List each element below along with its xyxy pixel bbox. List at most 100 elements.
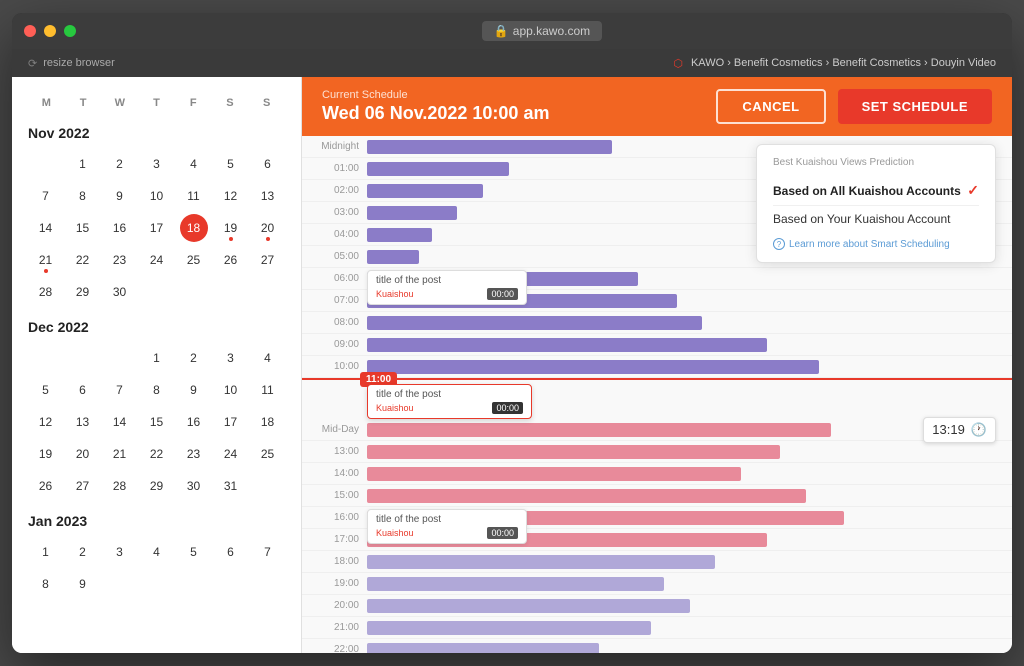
cal-day[interactable]: 2 (106, 150, 134, 178)
prediction-option-2[interactable]: Based on Your Kuaishou Account (773, 205, 979, 232)
cal-day[interactable]: 30 (180, 472, 208, 500)
cal-day[interactable]: 5 (217, 150, 245, 178)
time-badge: 00:00 (487, 288, 518, 300)
minimize-button[interactable] (44, 25, 56, 37)
cal-day[interactable]: 10 (217, 376, 245, 404)
cal-day[interactable]: 10 (143, 182, 171, 210)
cal-day[interactable]: 24 (217, 440, 245, 468)
time-row-19: 19:00 (302, 573, 1012, 595)
cal-day[interactable]: 7 (32, 182, 60, 210)
cal-day-selected[interactable]: 18 (180, 214, 208, 242)
time-row-10: 10:00 (302, 356, 1012, 378)
cal-day[interactable]: 17 (143, 214, 171, 242)
cancel-button[interactable]: CANCEL (716, 89, 825, 124)
cal-day[interactable]: 16 (180, 408, 208, 436)
time-label: 20:00 (302, 600, 367, 611)
schedule-header-left: Current Schedule Wed 06 Nov.2022 10:00 a… (322, 89, 549, 124)
cal-day[interactable]: 25 (180, 246, 208, 274)
cal-day[interactable]: 11 (180, 182, 208, 210)
post-card-2-selected[interactable]: title of the post Kuaishou 00:00 (367, 384, 532, 419)
nov-grid: 1 2 3 4 5 6 7 8 9 10 11 12 13 14 15 16 1… (28, 149, 285, 307)
post-row-1: 06:00 title of the post Kuaishou 00:00 (302, 268, 1012, 290)
time-input-box[interactable]: 13:19 🕐 (923, 417, 996, 443)
cal-day[interactable]: 6 (254, 150, 282, 178)
cal-day[interactable]: 16 (106, 214, 134, 242)
maximize-button[interactable] (64, 25, 76, 37)
cal-day[interactable]: 26 (32, 472, 60, 500)
cal-day[interactable]: 22 (143, 440, 171, 468)
time-label: 03:00 (302, 207, 367, 218)
cal-day[interactable]: 1 (143, 344, 171, 372)
cal-day[interactable]: 13 (69, 408, 97, 436)
cal-day[interactable]: 29 (143, 472, 171, 500)
cal-day[interactable]: 2 (69, 538, 97, 566)
cal-day[interactable]: 2 (180, 344, 208, 372)
cal-day[interactable]: 17 (217, 408, 245, 436)
cal-day[interactable]: 19 (32, 440, 60, 468)
prediction-option-1[interactable]: Based on All Kuaishou Accounts ✓ (773, 176, 979, 205)
cal-day[interactable]: 1 (32, 538, 60, 566)
cal-day[interactable]: 4 (143, 538, 171, 566)
cal-day[interactable]: 25 (254, 440, 282, 468)
time-row-08: 08:00 (302, 312, 1012, 334)
cal-day[interactable]: 23 (180, 440, 208, 468)
cal-day[interactable]: 8 (143, 376, 171, 404)
cal-day[interactable]: 28 (32, 278, 60, 306)
cal-day[interactable]: 29 (69, 278, 97, 306)
close-button[interactable] (24, 25, 36, 37)
cal-day[interactable]: 3 (143, 150, 171, 178)
platform-name: Kuaishou (376, 528, 414, 538)
header-buttons: CANCEL SET SCHEDULE (716, 89, 992, 124)
platform-name: Kuaishou (376, 289, 414, 299)
cal-day[interactable]: 1 (69, 150, 97, 178)
post-card-3[interactable]: title of the post Kuaishou 00:00 (367, 509, 527, 544)
cal-day[interactable]: 4 (254, 344, 282, 372)
cal-day[interactable]: 28 (106, 472, 134, 500)
chart-container[interactable]: Best Kuaishou Views Prediction Based on … (302, 136, 1012, 653)
learn-more-link[interactable]: ? Learn more about Smart Scheduling (773, 238, 979, 250)
cal-day[interactable]: 3 (106, 538, 134, 566)
cal-day[interactable]: 30 (106, 278, 134, 306)
cal-day[interactable]: 21 (32, 246, 60, 274)
cal-day[interactable]: 18 (254, 408, 282, 436)
cal-day[interactable]: 20 (254, 214, 282, 242)
cal-day[interactable]: 14 (106, 408, 134, 436)
time-label: 01:00 (302, 163, 367, 174)
cal-day[interactable]: 7 (254, 538, 282, 566)
cal-day[interactable]: 6 (69, 376, 97, 404)
lock-icon: 🔒 (494, 24, 509, 38)
set-schedule-button[interactable]: SET SCHEDULE (838, 89, 992, 124)
cal-day[interactable]: 6 (217, 538, 245, 566)
cal-day[interactable]: 12 (217, 182, 245, 210)
bar (367, 445, 780, 459)
time-row-09: 09:00 (302, 334, 1012, 356)
cal-day[interactable]: 8 (69, 182, 97, 210)
cal-day[interactable]: 20 (69, 440, 97, 468)
cal-day[interactable]: 31 (217, 472, 245, 500)
url-pill[interactable]: 🔒 app.kawo.com (482, 21, 602, 41)
cal-day[interactable]: 9 (106, 182, 134, 210)
cal-day[interactable]: 9 (180, 376, 208, 404)
cal-day[interactable]: 8 (32, 570, 60, 598)
cal-day[interactable]: 15 (143, 408, 171, 436)
cal-day[interactable]: 7 (106, 376, 134, 404)
cal-day[interactable]: 12 (32, 408, 60, 436)
cal-day[interactable]: 5 (32, 376, 60, 404)
cal-day[interactable]: 5 (180, 538, 208, 566)
cal-day[interactable]: 13 (254, 182, 282, 210)
cal-day[interactable]: 15 (69, 214, 97, 242)
cal-day[interactable]: 27 (254, 246, 282, 274)
cal-day[interactable]: 3 (217, 344, 245, 372)
cal-day[interactable]: 22 (69, 246, 97, 274)
cal-day[interactable]: 14 (32, 214, 60, 242)
cal-day[interactable]: 24 (143, 246, 171, 274)
post-card-1[interactable]: title of the post Kuaishou 00:00 (367, 270, 527, 305)
cal-day[interactable]: 27 (69, 472, 97, 500)
cal-day[interactable]: 19 (217, 214, 245, 242)
cal-day[interactable]: 21 (106, 440, 134, 468)
cal-day[interactable]: 26 (217, 246, 245, 274)
cal-day[interactable]: 9 (69, 570, 97, 598)
cal-day[interactable]: 4 (180, 150, 208, 178)
cal-day[interactable]: 11 (254, 376, 282, 404)
cal-day[interactable]: 23 (106, 246, 134, 274)
